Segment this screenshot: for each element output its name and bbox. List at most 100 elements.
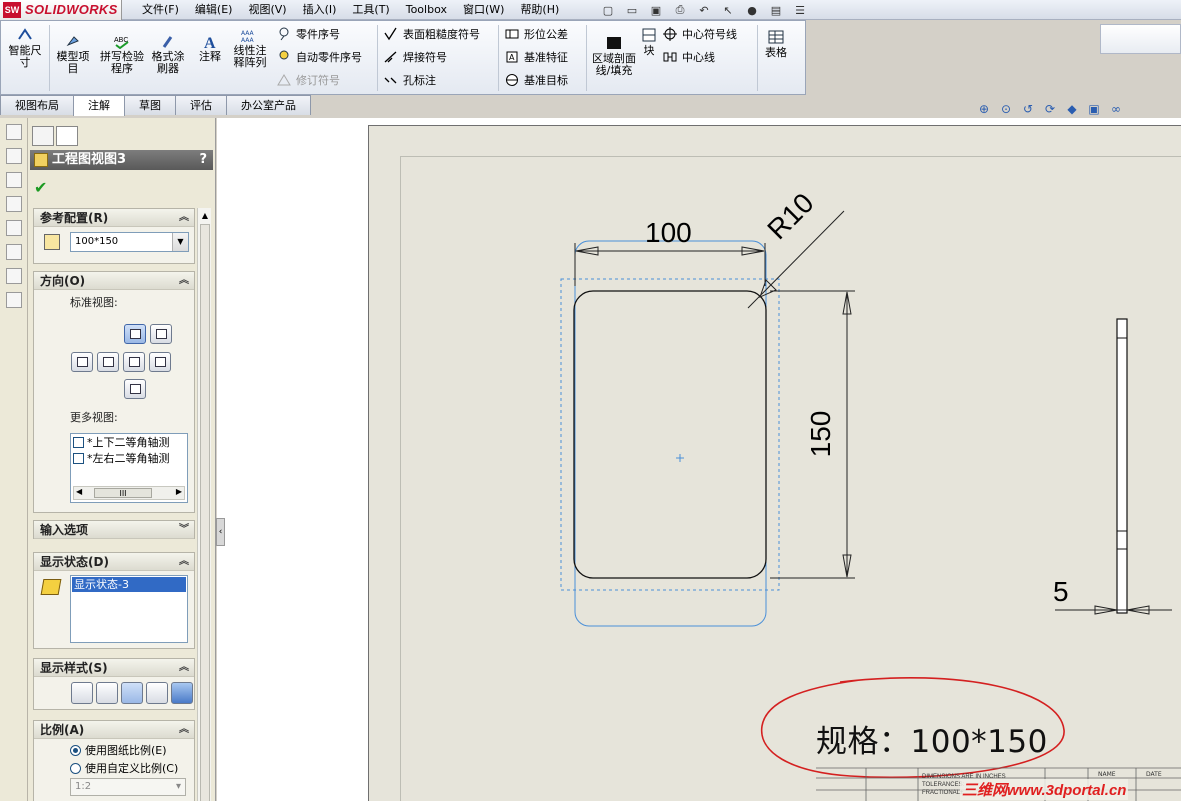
display-state-list[interactable]: 显示状态-3 — [70, 575, 188, 643]
scale-header-label: 比例(A) — [40, 723, 85, 737]
site-watermark: 三维网www.3dportal.cn — [960, 779, 1129, 800]
collapse-chevron-icon[interactable]: ︽ — [179, 659, 189, 677]
right-view-icon — [77, 357, 88, 367]
list-item[interactable]: *左右二等角轴测 — [71, 450, 187, 466]
dim-height-text[interactable]: 150 — [805, 399, 837, 469]
display-state-group: 显示状态(D) ︽ 显示状态-3 — [33, 552, 195, 649]
panel-splitter-handle[interactable]: ‹ — [216, 518, 225, 546]
plate-side-view[interactable] — [1116, 318, 1128, 614]
feature-tree-tab-icon[interactable] — [32, 126, 54, 146]
left-view-button[interactable] — [149, 352, 171, 372]
import-options-header-label: 输入选项 — [40, 523, 89, 537]
radio-button[interactable] — [70, 744, 81, 756]
property-tab-icon[interactable] — [56, 126, 78, 146]
collapse-chevron-icon[interactable]: ︽ — [179, 721, 189, 739]
display-state-selected-item[interactable]: 显示状态-3 — [72, 577, 186, 592]
bottom-view-button[interactable] — [124, 379, 146, 399]
title-block-name-header: NAME — [1098, 771, 1116, 778]
list-item[interactable]: *上下二等角轴测 — [71, 434, 187, 450]
display-state-icon — [40, 579, 62, 595]
dropdown-arrow-icon[interactable]: ▾ — [176, 779, 181, 795]
radio-label: 使用图纸比例(E) — [85, 744, 167, 757]
appearance-icon[interactable] — [6, 268, 22, 284]
configuration-icon — [44, 234, 60, 250]
view-center-marker — [676, 454, 684, 462]
property-manager-icon[interactable] — [6, 148, 22, 164]
more-views-list[interactable]: *上下二等角轴测 *左右二等角轴测 ◀ III ▶ — [70, 433, 188, 503]
drawing-view-icon — [34, 153, 48, 167]
orientation-header-label: 方向(O) — [40, 274, 86, 288]
right-view-button[interactable] — [71, 352, 93, 372]
ref-config-combo[interactable]: 100*150 ▼ — [70, 232, 189, 252]
hidden-lines-removed-button[interactable] — [121, 682, 143, 704]
layer-icon[interactable] — [6, 244, 22, 260]
display-state-header[interactable]: 显示状态(D) ︽ — [34, 553, 194, 571]
front-view-icon — [130, 329, 141, 339]
panel-title-bar: 工程图视图3 ? — [30, 150, 213, 170]
panel-title: 工程图视图3 — [52, 152, 127, 167]
more-views-label: 更多视图: — [70, 411, 118, 424]
bottom-view-icon — [130, 384, 141, 394]
scroll-thumb[interactable] — [200, 224, 210, 801]
collapse-chevron-icon[interactable]: ︽ — [179, 209, 189, 227]
ref-config-header-label: 参考配置(R) — [40, 211, 109, 225]
configuration-manager-icon[interactable] — [6, 172, 22, 188]
back-view-icon — [129, 357, 140, 367]
scroll-right-arrow-icon[interactable]: ▶ — [176, 487, 182, 496]
checkbox[interactable] — [73, 452, 84, 464]
top-view-button[interactable] — [97, 352, 119, 372]
display-manager-icon[interactable] — [6, 220, 22, 236]
help-button[interactable]: ? — [199, 150, 207, 170]
display-style-group: 显示样式(S) ︽ — [33, 658, 195, 710]
left-view-icon — [155, 357, 166, 367]
shaded-button[interactable] — [171, 682, 193, 704]
scroll-thumb[interactable]: III — [94, 488, 152, 498]
display-style-header[interactable]: 显示样式(S) ︽ — [34, 659, 194, 677]
collapse-chevron-icon[interactable]: ︽ — [179, 553, 189, 571]
dropdown-arrow-icon[interactable]: ▼ — [172, 233, 188, 251]
dim-width-text[interactable]: 100 — [645, 217, 692, 249]
left-icon-strip — [0, 118, 28, 801]
wireframe-style-button[interactable] — [71, 682, 93, 704]
dim-100-extension-lines — [574, 243, 766, 286]
hidden-lines-visible-button[interactable] — [96, 682, 118, 704]
expand-chevron-icon[interactable]: ︾ — [179, 521, 189, 539]
scale-options: 使用图纸比例(E) 使用自定义比例(C) — [70, 741, 178, 777]
custom-scale-value: 1:2 — [75, 781, 92, 792]
plate-front-view[interactable] — [573, 290, 767, 579]
panel-vertical-scrollbar[interactable]: ▲ — [197, 208, 211, 801]
checkbox[interactable] — [73, 436, 84, 448]
scale-header[interactable]: 比例(A) ︽ — [34, 721, 194, 739]
radio-button[interactable] — [70, 762, 81, 774]
front-view-button[interactable] — [124, 324, 146, 344]
ref-config-group: 参考配置(R) ︽ 100*150 ▼ — [33, 208, 195, 264]
back-view-button[interactable] — [123, 352, 145, 372]
ok-checkmark-icon[interactable]: ✔ — [34, 178, 47, 197]
top-view-icon — [103, 357, 114, 367]
link-icon[interactable] — [6, 292, 22, 308]
import-options-group: 输入选项 ︾ — [33, 520, 195, 539]
isometric-view-button[interactable] — [150, 324, 172, 344]
dim-xpert-icon[interactable] — [6, 196, 22, 212]
custom-scale-combo[interactable]: 1:2 ▾ — [70, 778, 186, 796]
list-item-label: *左右二等角轴测 — [87, 452, 170, 465]
scroll-up-arrow-icon[interactable]: ▲ — [199, 210, 211, 222]
import-options-header[interactable]: 输入选项 ︾ — [34, 521, 194, 539]
scroll-left-arrow-icon[interactable]: ◀ — [76, 487, 82, 496]
display-state-header-label: 显示状态(D) — [40, 555, 109, 569]
collapse-chevron-icon[interactable]: ︽ — [179, 272, 189, 290]
shaded-with-edges-button[interactable] — [146, 682, 168, 704]
spec-note[interactable]: 规格：100*150 — [816, 716, 1048, 761]
dim-thickness-text[interactable]: 5 — [1053, 576, 1069, 608]
orientation-group: 方向(O) ︽ 标准视图: 更多视图: *上下二等角轴测 *左右二等角轴测 ◀ … — [33, 271, 195, 513]
ref-config-header[interactable]: 参考配置(R) ︽ — [34, 209, 194, 227]
radio-label: 使用自定义比例(C) — [85, 762, 179, 775]
isometric-view-icon — [156, 329, 167, 339]
orientation-header[interactable]: 方向(O) ︽ — [34, 272, 194, 290]
scale-group: 比例(A) ︽ 使用图纸比例(E) 使用自定义比例(C) 1:2 ▾ — [33, 720, 195, 801]
list-horizontal-scrollbar[interactable]: ◀ III ▶ — [73, 486, 185, 500]
view-selection-box[interactable] — [560, 278, 780, 591]
use-custom-scale-option[interactable]: 使用自定义比例(C) — [70, 759, 178, 777]
feature-manager-icon[interactable] — [6, 124, 22, 140]
use-sheet-scale-option[interactable]: 使用图纸比例(E) — [70, 741, 178, 759]
